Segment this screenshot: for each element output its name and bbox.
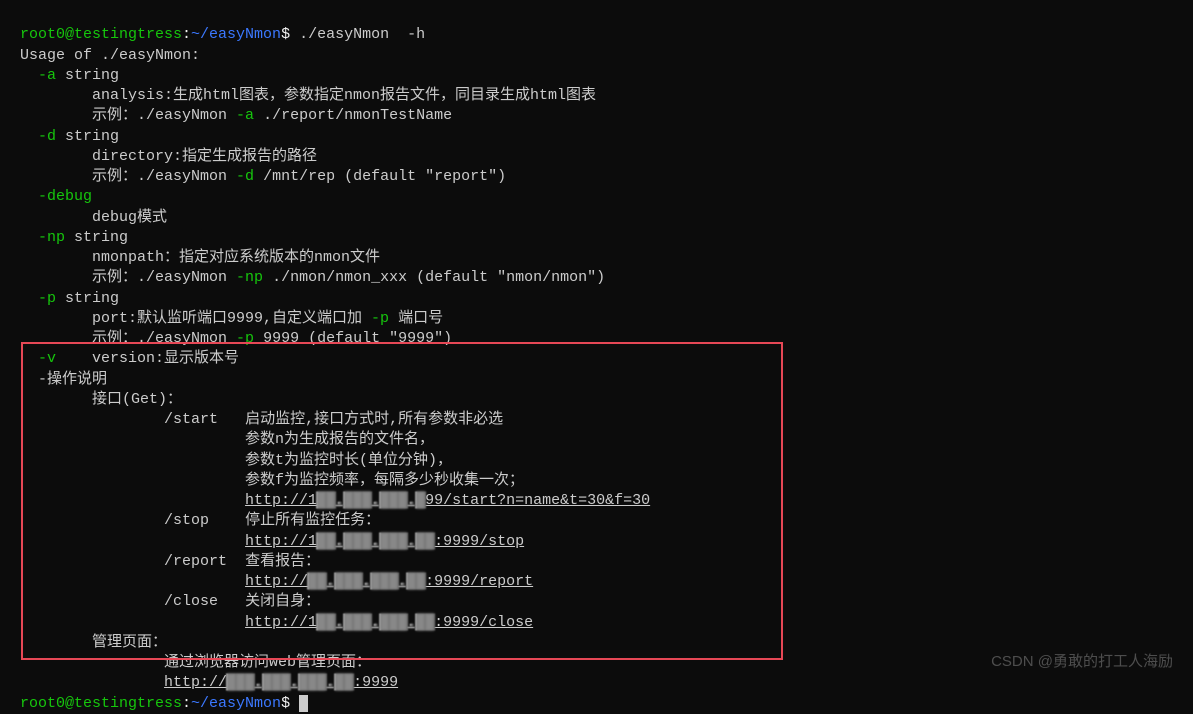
flag-d-desc: directory:指定生成报告的路径 [92, 148, 317, 165]
highlight-box [21, 342, 783, 660]
flag-d: -d [38, 128, 56, 145]
watermark-text: CSDN @勇敢的打工人海励 [991, 652, 1173, 672]
flag-debug: -debug [38, 188, 92, 205]
flag-a: -a [38, 67, 56, 84]
flag-debug-desc: debug模式 [92, 209, 167, 226]
usage-line: Usage of ./easyNmon: [20, 47, 200, 64]
prompt-user: root0@testingtress [20, 26, 182, 43]
flag-np-desc: nmonpath：指定对应系统版本的nmon文件 [92, 249, 380, 266]
prompt-path: ~/easyNmon [191, 26, 281, 43]
prompt2-path: ~/easyNmon [191, 695, 281, 712]
flag-a-desc: analysis:生成html图表，参数指定nmon报告文件，同目录生成html… [92, 87, 596, 104]
flag-p: -p [38, 290, 56, 307]
flag-np: -np [38, 229, 65, 246]
url-admin[interactable]: http://███.███.███.██:9999 [164, 674, 398, 691]
prompt2-user: root0@testingtress [20, 695, 182, 712]
cursor-icon[interactable] [299, 695, 308, 712]
command-text: ./easyNmon -h [299, 26, 425, 43]
